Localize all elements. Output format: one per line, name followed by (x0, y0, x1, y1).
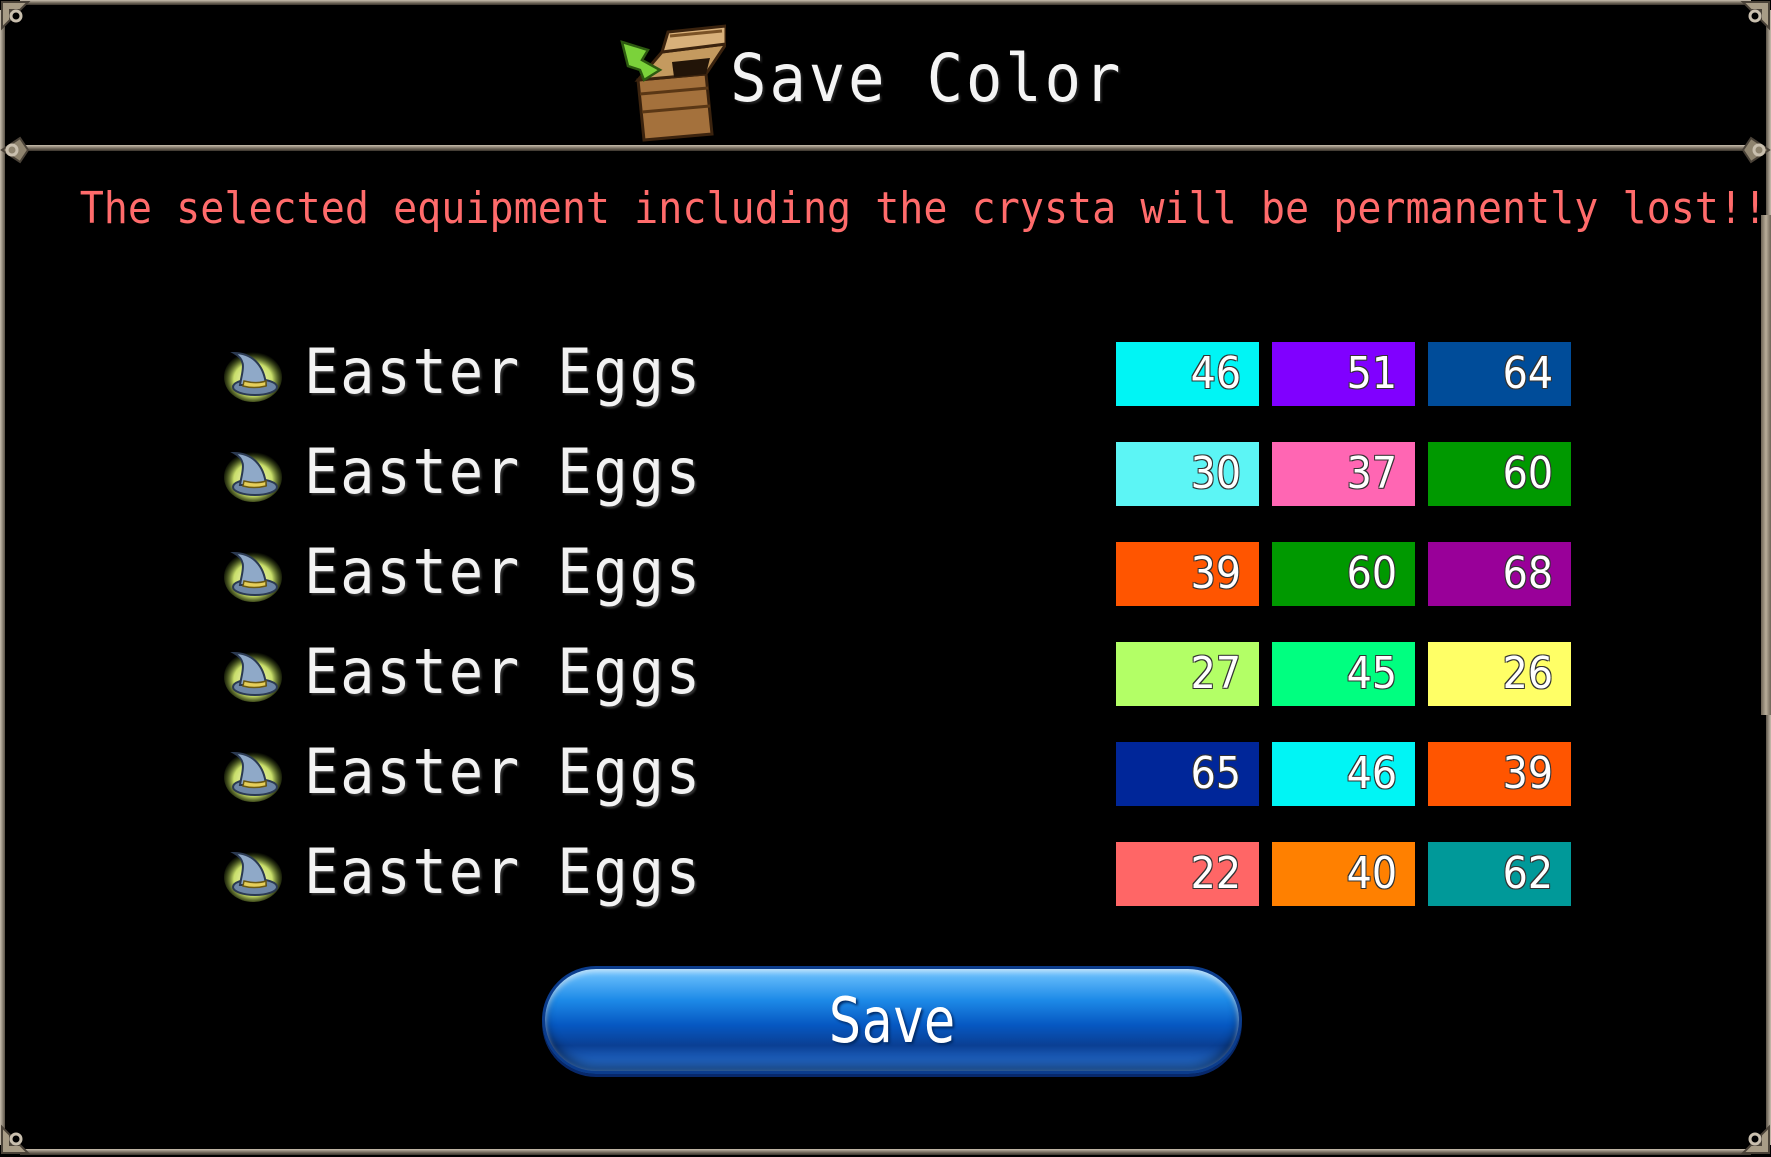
list-item[interactable]: Easter Eggs 46 51 64 (0, 335, 1771, 408)
color-swatch-1: 27 (1116, 642, 1259, 706)
color-swatch-3: 68 (1428, 542, 1571, 606)
list-item[interactable]: Easter Eggs 22 40 62 (0, 835, 1771, 908)
color-swatch-1: 39 (1116, 542, 1259, 606)
color-swatch-3: 39 (1428, 742, 1571, 806)
save-button[interactable]: Save (542, 966, 1242, 1074)
corner-ornament-bottom-left (0, 1113, 42, 1157)
corner-ornament-bottom-right (1729, 1113, 1771, 1157)
list-item[interactable]: Easter Eggs 27 45 26 (0, 635, 1771, 708)
item-name: Easter Eggs (304, 535, 703, 608)
scrollbar[interactable] (1761, 215, 1771, 715)
color-swatch-1: 22 (1116, 842, 1259, 906)
wizard-hat-icon (222, 443, 284, 505)
item-name: Easter Eggs (304, 635, 703, 708)
header-divider (20, 145, 1751, 151)
wizard-hat-icon (222, 643, 284, 705)
color-swatch-3: 60 (1428, 442, 1571, 506)
color-swatch-2: 45 (1272, 642, 1415, 706)
item-name: Easter Eggs (304, 335, 703, 408)
color-swatch-3: 64 (1428, 342, 1571, 406)
wizard-hat-icon (222, 843, 284, 905)
treasure-chest-icon (614, 22, 729, 142)
color-swatch-2: 40 (1272, 842, 1415, 906)
color-swatch-1: 46 (1116, 342, 1259, 406)
color-swatch-2: 51 (1272, 342, 1415, 406)
list-item[interactable]: Easter Eggs 65 46 39 (0, 735, 1771, 808)
color-swatch-2: 37 (1272, 442, 1415, 506)
frame-border-bottom (20, 1149, 1751, 1155)
item-name: Easter Eggs (304, 735, 703, 808)
color-swatch-3: 62 (1428, 842, 1571, 906)
page-title: Save Color (729, 39, 1123, 117)
color-swatch-1: 30 (1116, 442, 1259, 506)
color-swatch-2: 60 (1272, 542, 1415, 606)
color-swatch-3: 26 (1428, 642, 1571, 706)
color-swatch-2: 46 (1272, 742, 1415, 806)
color-swatch-1: 65 (1116, 742, 1259, 806)
warning-message: The selected equipment including the cry… (79, 183, 1768, 234)
item-name: Easter Eggs (304, 835, 703, 908)
list-item[interactable]: Easter Eggs 30 37 60 (0, 435, 1771, 508)
wizard-hat-icon (222, 743, 284, 805)
save-button-label: Save (828, 983, 956, 1057)
list-item[interactable]: Easter Eggs 39 60 68 (0, 535, 1771, 608)
wizard-hat-icon (222, 543, 284, 605)
item-name: Easter Eggs (304, 435, 703, 508)
wizard-hat-icon (222, 343, 284, 405)
dialog-header: Save Color (0, 18, 1771, 142)
frame-border-top (20, 0, 1751, 5)
